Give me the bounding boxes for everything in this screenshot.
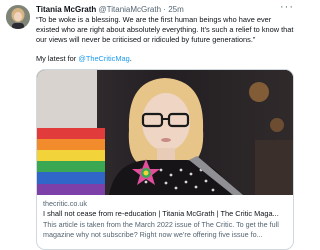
link-card-domain: thecritic.co.uk <box>43 199 87 208</box>
timestamp[interactable]: 25m <box>168 5 184 14</box>
tweet-latest-suffix: . <box>129 54 132 63</box>
link-card-image[interactable] <box>37 70 293 195</box>
author-handle[interactable]: @TitaniaMcGrath <box>99 5 162 14</box>
tweet[interactable]: Titania McGrath @TitaniaMcGrath · 25m ··… <box>0 0 300 250</box>
link-card-meta: thecritic.co.uk I shall not cease from r… <box>43 199 291 240</box>
card-photo-illustration <box>37 70 293 195</box>
separator: · <box>163 5 166 14</box>
author-avatar[interactable] <box>6 5 30 29</box>
avatar-portrait-icon <box>6 5 30 29</box>
more-horizontal-icon[interactable]: ··· <box>280 2 294 13</box>
link-card-title[interactable]: I shall not cease from re-education | Ti… <box>43 209 291 219</box>
tweet-text: “To be woke is a blessing. We are the fi… <box>36 15 294 64</box>
tweet-latest-paragraph: My latest for @TheCriticMag. <box>36 54 294 64</box>
tweet-latest-prefix: My latest for <box>36 54 79 63</box>
mention-link[interactable]: @TheCriticMag <box>78 54 129 63</box>
link-card-description: This article is taken from the March 202… <box>43 220 279 239</box>
author-name[interactable]: Titania McGrath <box>36 5 96 14</box>
tweet-quote-paragraph: “To be woke is a blessing. We are the fi… <box>36 15 294 44</box>
link-card[interactable]: thecritic.co.uk I shall not cease from r… <box>36 69 294 250</box>
